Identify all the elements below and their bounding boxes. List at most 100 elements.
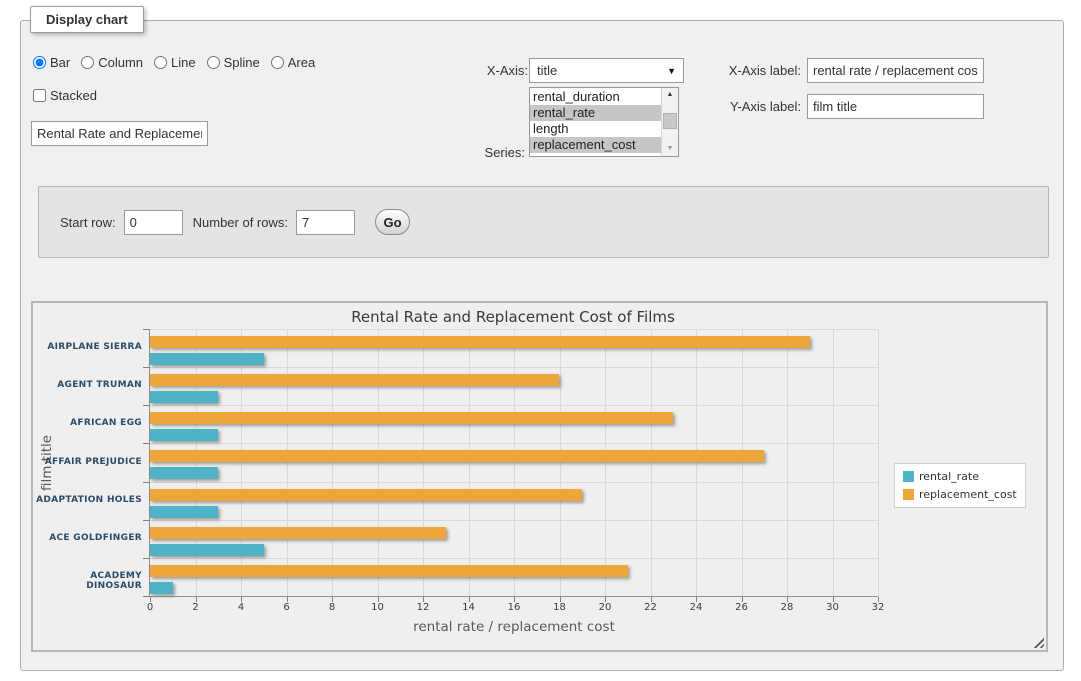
x-axis-select[interactable]: title ▼ [529,58,684,83]
series-option[interactable]: replacement_cost [530,137,661,153]
legend-item[interactable]: replacement_cost [903,488,1017,501]
y-axis-tick [143,558,149,559]
x-tick-label: 16 [496,602,532,613]
y-axis-tick [143,482,149,483]
bar-replacement_cost [150,412,673,424]
chart-type-option-area: Area [271,55,315,70]
x-tick-label: 0 [132,602,168,613]
x-tick-label: 30 [815,602,851,613]
gridline [514,329,515,596]
radio-area[interactable] [271,56,284,69]
x-tick-label: 10 [360,602,396,613]
category-label: ACE GOLDFINGER [36,533,142,543]
bar-replacement_cost [150,450,764,462]
x-tick-label: 26 [724,602,760,613]
gridline [150,482,878,483]
scroll-thumb[interactable] [663,113,677,129]
bar-rental_rate [150,467,218,479]
gridline [787,329,788,596]
radio-label: Column [98,55,143,70]
gridline [605,329,606,596]
series-option[interactable]: length [530,121,661,137]
scroll-down-icon[interactable]: ▼ [662,142,678,156]
gridline [332,329,333,596]
bar-replacement_cost [150,489,582,501]
legend-item[interactable]: rental_rate [903,470,1017,483]
chart-type-radios: Bar Column Line Spline Area [33,55,315,70]
num-rows-input[interactable] [296,210,355,235]
bar-rental_rate [150,391,218,403]
gridline [241,329,242,596]
gridline [560,329,561,596]
x-tick-label: 4 [223,602,259,613]
radio-spline[interactable] [207,56,220,69]
gridline [150,367,878,368]
go-button[interactable]: Go [375,209,410,235]
radio-label: Spline [224,55,260,70]
radio-label: Area [288,55,315,70]
bar-rental_rate [150,582,173,594]
x-axis-select-label: X-Axis: [451,63,528,78]
gridline [196,329,197,596]
gridline [833,329,834,596]
category-label: ACADEMY DINOSAUR [36,571,142,591]
bar-rental_rate [150,544,264,556]
category-label: ADAPTATION HOLES [36,495,142,505]
y-axis-tick [143,405,149,406]
x-axis-label-label: X-Axis label: [709,63,801,78]
gridline [150,329,878,330]
resize-grip-icon[interactable] [1033,637,1044,648]
radio-column[interactable] [81,56,94,69]
stacked-checkbox[interactable] [33,89,46,102]
radio-bar[interactable] [33,56,46,69]
category-label: AFFAIR PREJUDICE [36,457,142,467]
x-tick-label: 12 [405,602,441,613]
x-axis-select-value: title [537,63,557,78]
chart-title: Rental Rate and Replacement Cost of Film… [33,308,993,326]
gridline [878,329,879,596]
series-scrollbar[interactable]: ▲ ▼ [661,88,678,156]
y-axis-tick [143,520,149,521]
chart-type-option-line: Line [154,55,196,70]
x-tick-label: 18 [542,602,578,613]
rows-panel: Start row: Number of rows: Go [38,186,1049,258]
chart-type-option-column: Column [81,55,143,70]
y-axis-tick [143,367,149,368]
gridline [651,329,652,596]
plot-area: film title rental rate / replacement cos… [149,329,878,597]
start-row-input[interactable] [124,210,183,235]
gridline [469,329,470,596]
legend-swatch [903,471,914,482]
legend-label: replacement_cost [919,488,1017,501]
gridline [150,443,878,444]
series-option[interactable]: rental_rate [530,105,661,121]
gridline [150,520,878,521]
radio-label: Bar [50,55,70,70]
x-axis-label-input[interactable] [807,58,984,83]
bar-rental_rate [150,506,218,518]
x-tick-label: 8 [314,602,350,613]
bar-replacement_cost [150,565,628,577]
fieldset-legend: Display chart [30,6,144,33]
chart-type-option-spline: Spline [207,55,260,70]
series-label: Series: [451,145,525,160]
category-label: AGENT TRUMAN [36,380,142,390]
chart-title-input[interactable] [31,121,208,146]
radio-label: Line [171,55,196,70]
legend-label: rental_rate [919,470,979,483]
bar-replacement_cost [150,336,810,348]
radio-line[interactable] [154,56,167,69]
y-axis-label-label: Y-Axis label: [709,99,801,114]
start-row-label: Start row: [60,215,116,230]
y-axis-label-input[interactable] [807,94,984,119]
scroll-up-icon[interactable]: ▲ [662,88,678,102]
x-tick-label: 32 [860,602,896,613]
y-axis-tick [143,443,149,444]
x-tick-label: 20 [587,602,623,613]
series-option[interactable]: rental_duration [530,89,661,105]
gridline [150,558,878,559]
bar-rental_rate [150,353,264,365]
x-tick-label: 28 [769,602,805,613]
bar-rental_rate [150,429,218,441]
series-listbox[interactable]: rental_durationrental_ratelengthreplacem… [529,87,679,157]
